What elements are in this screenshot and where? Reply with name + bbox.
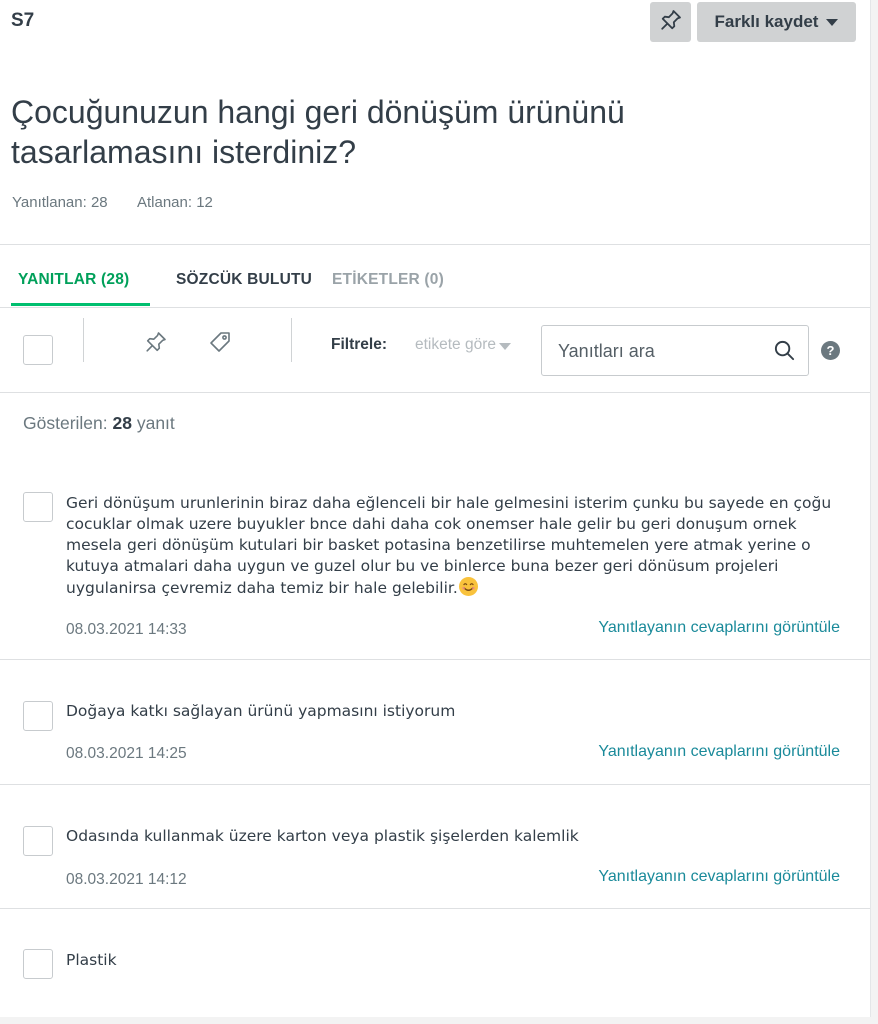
chevron-down-icon <box>499 342 511 350</box>
filter-select-value: etikete göre <box>415 336 496 353</box>
filter-by-tag-select[interactable]: etikete göre <box>415 336 511 354</box>
question-number: S7 <box>11 10 35 31</box>
response-text: Odasında kullanmak üzere karton veya pla… <box>66 827 579 845</box>
response-text: Plastik <box>66 951 117 969</box>
question-card: S7 Farklı kaydet Çocuğunuzun hangi geri … <box>0 0 871 1017</box>
divider <box>0 392 870 393</box>
question-title: Çocuğunuzun hangi geri dönüşüm ürününü t… <box>11 92 711 172</box>
help-icon[interactable]: ? <box>821 341 840 360</box>
active-tab-indicator <box>11 303 150 306</box>
shown-suffix: yanıt <box>136 413 175 433</box>
view-respondent-link[interactable]: Yanıtlayanın cevaplarını görüntüle <box>598 868 840 886</box>
question-title-line-2: tasarlamasını isterdiniz? <box>11 134 357 170</box>
response-date: 08.03.2021 14:25 <box>66 745 187 762</box>
tab-word-cloud[interactable]: SÖZCÜK BULUTU <box>176 271 312 289</box>
tab-tags[interactable]: ETİKETLER (0) <box>332 271 444 289</box>
pin-icon[interactable] <box>143 329 169 355</box>
response-date: 08.03.2021 14:33 <box>66 621 187 638</box>
response-date: 08.03.2021 14:12 <box>66 871 187 888</box>
filter-label: Filtrele: <box>331 336 387 353</box>
chevron-down-icon <box>826 18 839 26</box>
save-as-label: Farklı kaydet <box>714 12 819 31</box>
response-text-line: kutuya atmalari daha uygun ve guzel olur… <box>66 557 779 575</box>
question-title-line-1: Çocuğunuzun hangi geri dönüşüm ürününü <box>11 94 625 130</box>
divider <box>0 659 870 660</box>
select-all-checkbox[interactable] <box>23 335 53 365</box>
search-box[interactable] <box>541 325 809 376</box>
question-stats: Yanıtlanan: 28 Atlanan: 12 <box>12 194 239 211</box>
response-checkbox[interactable] <box>23 701 53 731</box>
tag-icon[interactable] <box>207 329 233 355</box>
skipped-count: Atlanan: 12 <box>136 194 213 211</box>
response-text-line: Geri dönüşum urunlerinin biraz daha eğle… <box>66 494 832 512</box>
response-text-line: uygulanirsa çevremiz daha temiz bir hale… <box>66 577 846 599</box>
divider <box>0 908 870 909</box>
divider <box>0 244 870 245</box>
toolbar-separator <box>291 318 292 362</box>
response-text: Geri dönüşum urunlerinin biraz daha eğle… <box>66 493 846 599</box>
view-respondent-link[interactable]: Yanıtlayanın cevaplarını görüntüle <box>598 743 840 761</box>
shown-prefix: Gösterilen: <box>23 413 108 433</box>
divider <box>0 784 870 785</box>
search-input[interactable] <box>558 338 763 364</box>
shown-count: Gösterilen: 28 yanıt <box>23 413 175 434</box>
tab-responses[interactable]: YANITLAR (28) <box>18 271 129 289</box>
response-text-line: cocuklar olmak uzere buyukler bnce dahi … <box>66 515 797 533</box>
answered-count: Yanıtlanan: 28 <box>12 194 108 211</box>
response-text: Doğaya katkı sağlayan ürünü yapmasını is… <box>66 702 456 720</box>
divider <box>0 307 870 308</box>
save-as-button[interactable]: Farklı kaydet <box>697 2 856 42</box>
search-icon[interactable] <box>773 339 796 367</box>
response-checkbox[interactable] <box>23 826 53 856</box>
toolbar-separator <box>83 318 84 362</box>
view-respondent-link[interactable]: Yanıtlayanın cevaplarını görüntüle <box>598 619 840 637</box>
response-checkbox[interactable] <box>23 949 53 979</box>
response-text-line: uygulanirsa çevremiz daha temiz bir hale… <box>66 579 458 597</box>
pin-button[interactable] <box>650 2 691 42</box>
response-checkbox[interactable] <box>23 492 53 522</box>
response-text-line: mesela geri dönüşüm kutulari bir basket … <box>66 536 811 554</box>
shown-number: 28 <box>112 413 132 433</box>
pin-icon <box>659 8 683 37</box>
smiling-face-emoji-icon <box>458 577 478 596</box>
